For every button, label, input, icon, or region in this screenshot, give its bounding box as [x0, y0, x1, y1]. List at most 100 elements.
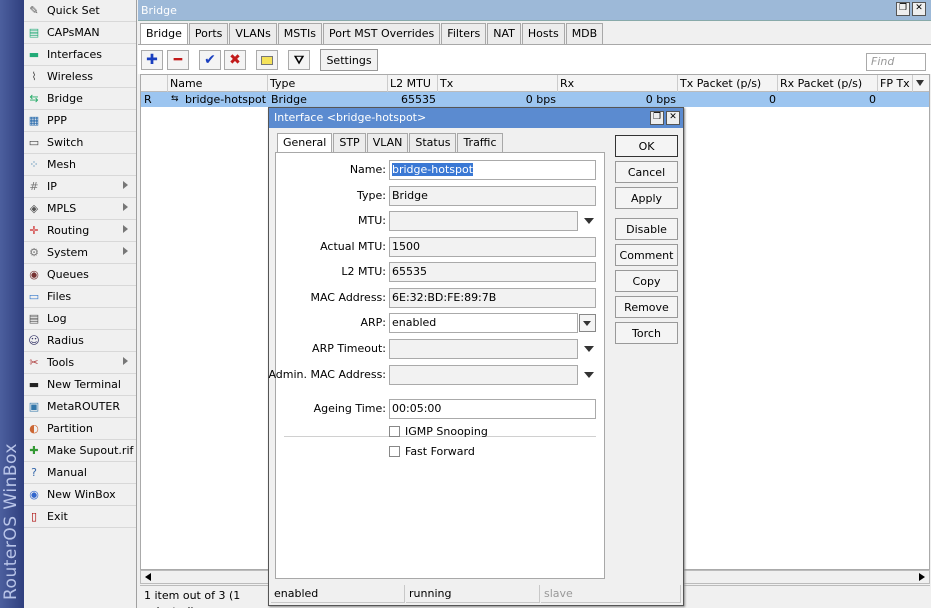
menu-item-bridge[interactable]: ⇆ Bridge — [24, 88, 136, 110]
comment-icon[interactable] — [256, 50, 278, 70]
tab-mstis[interactable]: MSTIs — [277, 23, 322, 44]
admin-mac-dropdown-icon[interactable] — [584, 372, 594, 378]
actual-mtu-row: Actual MTU: 1500 — [276, 237, 606, 257]
menu-item-files[interactable]: ▭ Files — [24, 286, 136, 308]
restore-icon[interactable]: ❐ — [896, 2, 910, 16]
menu-item-new-winbox[interactable]: ◉ New WinBox — [24, 484, 136, 506]
menu-item-quick-set[interactable]: ✎ Quick Set — [24, 0, 136, 22]
menu-item-routing[interactable]: ✛ Routing — [24, 220, 136, 242]
remove-icon[interactable]: ━ — [167, 50, 189, 70]
menu-item-metarouter[interactable]: ▣ MetaROUTER — [24, 396, 136, 418]
disable-button[interactable]: Disable — [615, 218, 678, 240]
filter-icon[interactable]: ⛛ — [288, 50, 310, 70]
apply-button[interactable]: Apply — [615, 187, 678, 209]
arp-dropdown-icon[interactable] — [579, 314, 596, 332]
menu-item-new-terminal[interactable]: ▬ New Terminal — [24, 374, 136, 396]
menu-item-mpls[interactable]: ◈ MPLS — [24, 198, 136, 220]
tab-hosts[interactable]: Hosts — [521, 23, 565, 44]
arp-timeout-dropdown-icon[interactable] — [584, 346, 594, 352]
table-row[interactable]: R ⇆ bridge-hotspot Bridge 65535 0 bps 0 … — [141, 92, 929, 107]
comment-button[interactable]: Comment — [615, 244, 678, 266]
menu-item-manual[interactable]: ? Manual — [24, 462, 136, 484]
tab-traffic[interactable]: Traffic — [457, 133, 503, 152]
arp-timeout-field[interactable] — [389, 339, 578, 359]
tab-filters[interactable]: Filters — [441, 23, 487, 44]
tab-stp[interactable]: STP — [333, 133, 366, 152]
tab-status[interactable]: Status — [409, 133, 457, 152]
tab-vlan[interactable]: VLAN — [366, 133, 409, 152]
fast-forward-checkbox[interactable]: Fast Forward — [389, 443, 475, 459]
tab-port-mst-overrides[interactable]: Port MST Overrides — [322, 23, 441, 44]
tab-ports[interactable]: Ports — [188, 23, 229, 44]
row-type: Bridge — [271, 93, 307, 106]
menu-item-interfaces[interactable]: ▬ Interfaces — [24, 44, 136, 66]
ageing-field[interactable]: 00:05:00 — [389, 399, 596, 419]
dialog-restore-icon[interactable]: ❐ — [650, 111, 664, 125]
menu-item-ip[interactable]: # IP — [24, 176, 136, 198]
ok-button[interactable]: OK — [615, 135, 678, 157]
menu-item-system[interactable]: ⚙ System — [24, 242, 136, 264]
scroll-left-icon[interactable] — [145, 573, 151, 581]
close-icon[interactable]: ✕ — [912, 2, 926, 16]
menu-item-wireless[interactable]: ⌇ Wireless — [24, 66, 136, 88]
col-flag[interactable] — [141, 75, 168, 92]
dialog-title: Interface <bridge-hotspot> — [274, 111, 427, 124]
tab-general[interactable]: General — [277, 133, 333, 153]
menu-item-mesh[interactable]: ⁘ Mesh — [24, 154, 136, 176]
tab-vlans[interactable]: VLANs — [229, 23, 277, 44]
actual-mtu-field: 1500 — [389, 237, 596, 257]
menu-item-switch[interactable]: ▭ Switch — [24, 132, 136, 154]
menu-item-ppp[interactable]: ▦ PPP — [24, 110, 136, 132]
menu-item-label: Log — [47, 312, 67, 325]
menu-item-capsman[interactable]: ▤ CAPsMAN — [24, 22, 136, 44]
tab-nat[interactable]: NAT — [487, 23, 521, 44]
name-field[interactable]: bridge-hotspot — [389, 160, 596, 180]
menu-item-queues[interactable]: ◉ Queues — [24, 264, 136, 286]
row-name: bridge-hotspot — [185, 93, 267, 106]
winbox-icon: ◉ — [29, 488, 39, 501]
mac-row: MAC Address: 6E:32:BD:FE:89:7B — [276, 288, 606, 308]
col-rx-packet[interactable]: Rx Packet (p/s) — [778, 75, 878, 92]
menu-item-label: Make Supout.rif — [47, 444, 134, 457]
menu-item-radius[interactable]: ☺ Radius — [24, 330, 136, 352]
cancel-button[interactable]: Cancel — [615, 161, 678, 183]
admin-mac-field[interactable] — [389, 365, 578, 385]
col-tx[interactable]: Tx — [438, 75, 558, 92]
columns-dropdown-icon[interactable] — [916, 80, 924, 86]
arp-field[interactable]: enabled — [389, 313, 578, 333]
settings-button[interactable]: Settings — [320, 49, 378, 71]
col-type[interactable]: Type — [268, 75, 388, 92]
menu-item-log[interactable]: ▤ Log — [24, 308, 136, 330]
menu-item-exit[interactable]: ▯ Exit — [24, 506, 136, 528]
find-input[interactable]: Find — [866, 53, 926, 71]
routing-icon: ✛ — [29, 224, 39, 237]
igmp-snooping-checkbox[interactable]: IGMP Snooping — [389, 423, 488, 439]
menu-item-label: Queues — [47, 268, 89, 281]
tab-mdb[interactable]: MDB — [565, 23, 604, 44]
type-label: Type: — [357, 189, 386, 202]
mtu-field[interactable] — [389, 211, 578, 231]
remove-button[interactable]: Remove — [615, 296, 678, 318]
scroll-right-icon[interactable] — [919, 573, 925, 581]
menu-item-partition[interactable]: ◐ Partition — [24, 418, 136, 440]
disable-icon[interactable]: ✖ — [224, 50, 246, 70]
col-fp-tx[interactable]: FP Tx — [878, 75, 913, 92]
col-l2mtu[interactable]: L2 MTU — [388, 75, 438, 92]
col-tx-packet[interactable]: Tx Packet (p/s) — [678, 75, 778, 92]
menu-item-label: Quick Set — [47, 4, 100, 17]
torch-button[interactable]: Torch — [615, 322, 678, 344]
enable-icon[interactable]: ✔ — [199, 50, 221, 70]
col-name[interactable]: Name — [168, 75, 268, 92]
add-icon[interactable]: ✚ — [141, 50, 163, 70]
col-rx[interactable]: Rx — [558, 75, 678, 92]
copy-button[interactable]: Copy — [615, 270, 678, 292]
tab-bridge[interactable]: Bridge — [140, 23, 188, 45]
submenu-arrow-icon — [123, 357, 128, 365]
row-tx: 0 bps — [525, 93, 556, 106]
fast-forward-checkbox-box[interactable] — [389, 445, 400, 457]
mtu-dropdown-icon[interactable] — [584, 218, 594, 224]
menu-item-make-supout-rif[interactable]: ✚ Make Supout.rif — [24, 440, 136, 462]
dialog-close-icon[interactable]: ✕ — [666, 111, 680, 125]
igmp-checkbox-box[interactable] — [389, 425, 400, 437]
menu-item-tools[interactable]: ✂ Tools — [24, 352, 136, 374]
